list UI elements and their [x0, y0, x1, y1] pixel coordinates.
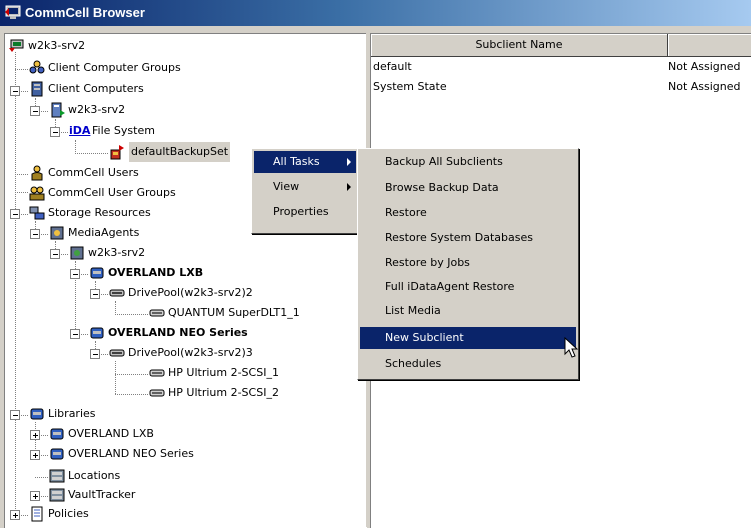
policies-icon: [31, 506, 43, 522]
library-icon: [50, 448, 64, 460]
storage-resources-icon: [29, 206, 45, 220]
client-computers-icon: [31, 81, 43, 97]
commcell-browser-icon: [5, 5, 21, 19]
backupset-icon: [110, 145, 124, 160]
collapse-toggle[interactable]: [30, 106, 40, 116]
list-cell-status: Not Assigned: [668, 80, 741, 93]
vaulttracker-icon: [49, 488, 65, 502]
menu-item-restore-system-databases[interactable]: Restore System Databases: [360, 227, 576, 249]
drivepool-icon: [109, 289, 125, 297]
context-menu[interactable]: All Tasks View Properties: [251, 148, 359, 234]
library-icon: [90, 327, 104, 339]
client-computer-icon: [51, 102, 65, 118]
collapse-toggle[interactable]: [50, 127, 60, 137]
collapse-toggle[interactable]: [90, 289, 100, 299]
menu-item-full-idataagent-restore[interactable]: Full iDataAgent Restore: [360, 276, 576, 298]
library-icon: [50, 428, 64, 440]
mouse-pointer-icon: [564, 337, 579, 358]
title-bar: CommCell Browser: [0, 0, 751, 26]
window-title: CommCell Browser: [25, 5, 145, 20]
menu-item-list-media[interactable]: List Media: [360, 300, 576, 322]
client-group-icon: [29, 60, 45, 74]
list-row[interactable]: default Not Assigned: [373, 58, 751, 76]
collapse-toggle[interactable]: [10, 86, 20, 96]
locations-icon: [49, 469, 65, 483]
idataagent-icon: iDA: [69, 124, 91, 137]
drive-icon: [149, 309, 165, 317]
mediaagent-icon: [70, 246, 84, 260]
menu-item-backup-all-subclients[interactable]: Backup All Subclients: [360, 151, 576, 173]
collapse-toggle[interactable]: [10, 209, 20, 219]
list-cell-name: default: [373, 60, 412, 73]
drive-icon: [149, 369, 165, 377]
drive-icon: [149, 389, 165, 397]
menu-item-restore[interactable]: Restore: [360, 202, 576, 224]
collapse-toggle[interactable]: [30, 229, 40, 239]
expand-toggle[interactable]: [30, 430, 40, 440]
expand-toggle[interactable]: [30, 491, 40, 501]
menu-item-new-subclient[interactable]: New Subclient: [360, 327, 576, 349]
drivepool-icon: [109, 349, 125, 357]
commcell-icon: [9, 39, 24, 52]
user-icon: [31, 165, 43, 181]
list-cell-status: Not Assigned: [668, 60, 741, 73]
collapse-toggle[interactable]: [70, 329, 80, 339]
list-cell-name: System State: [373, 80, 447, 93]
commcell-tree[interactable]: w2k3-srv2 Client Computer Groups Client …: [4, 33, 367, 528]
user-groups-icon: [29, 186, 45, 201]
mediaagents-icon: [50, 226, 64, 240]
submenu-arrow-icon: [347, 183, 351, 191]
list-row[interactable]: System State Not Assigned: [373, 78, 751, 96]
expand-toggle[interactable]: [10, 510, 20, 520]
libraries-icon: [30, 408, 44, 420]
expand-toggle[interactable]: [30, 450, 40, 460]
collapse-toggle[interactable]: [70, 269, 80, 279]
menu-item-schedules[interactable]: Schedules: [360, 353, 576, 375]
column-header-status[interactable]: [668, 34, 751, 57]
collapse-toggle[interactable]: [50, 249, 60, 259]
menu-item-browse-backup-data[interactable]: Browse Backup Data: [360, 177, 576, 199]
menu-item-restore-by-jobs[interactable]: Restore by Jobs: [360, 252, 576, 274]
menu-item-view[interactable]: View: [254, 176, 356, 198]
submenu-arrow-icon: [347, 158, 351, 166]
collapse-toggle[interactable]: [10, 410, 20, 420]
menu-item-all-tasks[interactable]: All Tasks: [254, 151, 356, 173]
menu-item-properties[interactable]: Properties: [254, 201, 356, 223]
collapse-toggle[interactable]: [90, 349, 100, 359]
library-icon: [90, 267, 104, 279]
column-header-subclient-name[interactable]: Subclient Name: [371, 34, 668, 57]
all-tasks-submenu[interactable]: Backup All Subclients Browse Backup Data…: [357, 148, 579, 380]
